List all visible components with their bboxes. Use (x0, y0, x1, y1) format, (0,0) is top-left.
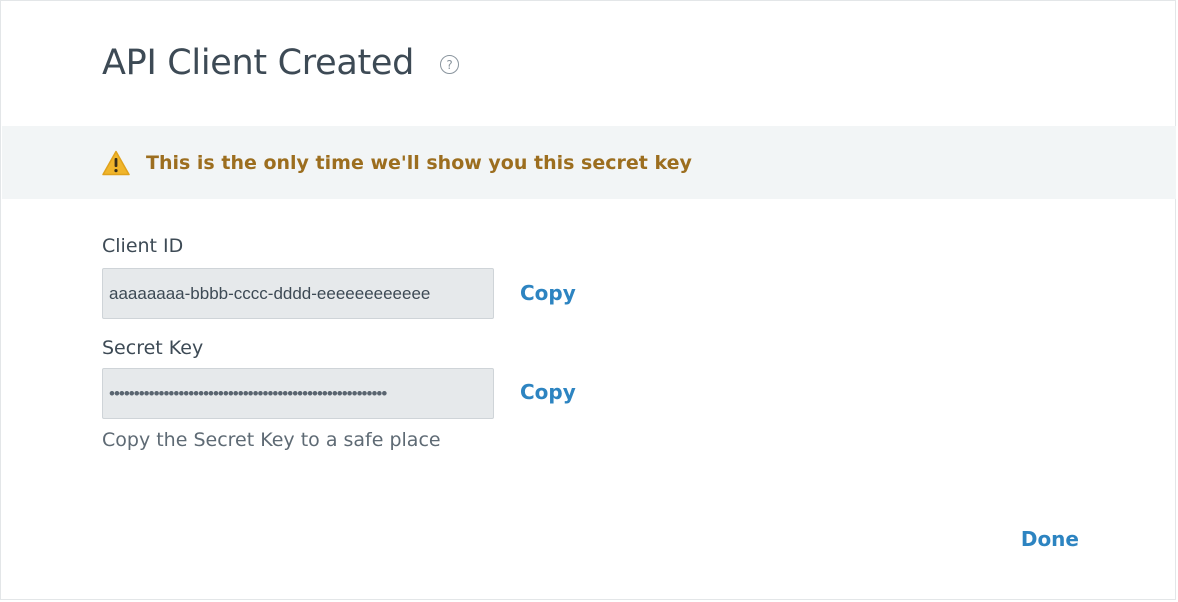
client-id-label: Client ID (102, 235, 184, 257)
warning-triangle-icon (102, 150, 130, 176)
help-icon[interactable]: ? (440, 55, 460, 74)
warning-banner: This is the only time we'll show you thi… (2, 126, 1176, 199)
client-id-field[interactable] (102, 268, 494, 319)
secret-key-hint: Copy the Secret Key to a safe place (102, 429, 441, 451)
dialog-title: API Client Created (102, 43, 415, 83)
secret-key-label: Secret Key (102, 337, 204, 359)
warning-message: This is the only time we'll show you thi… (146, 151, 692, 174)
secret-key-field[interactable] (102, 368, 494, 419)
api-client-created-dialog: API Client Created ? This is the only ti… (0, 0, 1176, 600)
copy-client-id-button[interactable]: Copy (520, 281, 576, 305)
dialog-header: API Client Created ? (102, 39, 460, 87)
copy-secret-key-button[interactable]: Copy (520, 380, 576, 404)
done-button[interactable]: Done (1021, 527, 1079, 551)
